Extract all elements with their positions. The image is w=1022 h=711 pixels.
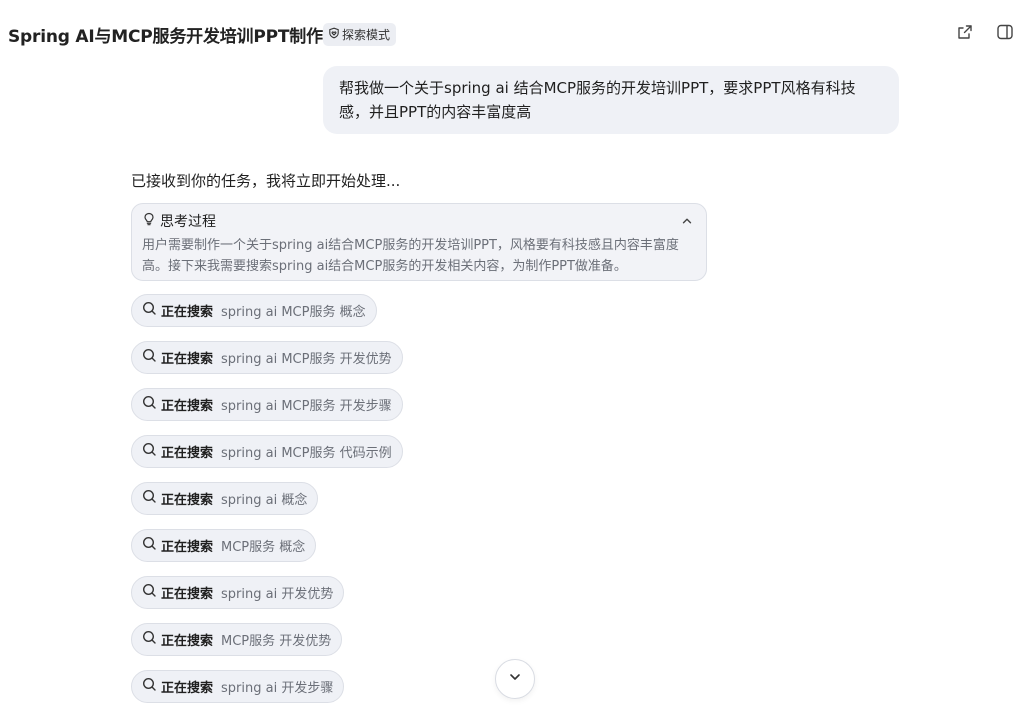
search-icon <box>142 442 161 461</box>
search-chip[interactable]: 正在搜索 spring ai MCP服务 代码示例 <box>131 435 403 468</box>
search-chip-query: spring ai MCP服务 代码示例 <box>221 446 392 461</box>
search-chip-label: 正在搜索 <box>161 540 214 555</box>
mode-badge-label: 探索模式 <box>342 28 391 42</box>
search-chip-label: 正在搜索 <box>161 681 214 696</box>
search-chip-query: spring ai 概念 <box>221 493 308 508</box>
chevron-up-icon[interactable] <box>680 213 694 227</box>
search-chip-label: 正在搜索 <box>161 305 214 320</box>
user-message-bubble: 帮我做一个关于spring ai 结合MCP服务的开发培训PPT，要求PPT风格… <box>323 66 899 134</box>
thinking-title: 思考过程 <box>160 214 216 230</box>
scroll-down-button[interactable] <box>495 659 535 699</box>
search-chip-label: 正在搜索 <box>161 399 214 414</box>
search-chip[interactable]: 正在搜索 spring ai 开发步骤 <box>131 670 345 703</box>
search-icon <box>142 583 161 602</box>
search-chip-label: 正在搜索 <box>161 634 214 649</box>
search-icon <box>142 348 161 367</box>
share-icon <box>956 23 974 45</box>
search-chip-query: MCP服务 概念 <box>221 540 306 555</box>
search-icon <box>142 395 161 414</box>
chat-page: Spring AI与MCP服务开发培训PPT制作 探索模式 帮我做一个关于spr… <box>0 0 1022 711</box>
chevron-down-icon <box>507 669 523 689</box>
search-icon <box>142 677 161 696</box>
toggle-panel-button[interactable] <box>993 22 1017 46</box>
search-icon <box>142 301 161 320</box>
search-chip-label: 正在搜索 <box>161 446 214 461</box>
search-chip-query: spring ai MCP服务 开发优势 <box>221 352 392 367</box>
search-chip[interactable]: 正在搜索 spring ai MCP服务 概念 <box>131 294 377 327</box>
shield-heart-icon <box>328 27 340 42</box>
search-chip-label: 正在搜索 <box>161 587 214 602</box>
sidebar-panel-icon <box>996 23 1014 45</box>
search-chip-label: 正在搜索 <box>161 493 214 508</box>
search-chip-query: spring ai MCP服务 概念 <box>221 305 366 320</box>
thinking-body: 用户需要制作一个关于spring ai结合MCP服务的开发培训PPT，风格要有科… <box>142 238 679 274</box>
search-chip[interactable]: 正在搜索 spring ai MCP服务 开发优势 <box>131 341 403 374</box>
lightbulb-icon <box>142 212 156 230</box>
search-chip-query: spring ai 开发优势 <box>221 587 334 602</box>
search-chip[interactable]: 正在搜索 spring ai 概念 <box>131 482 319 515</box>
search-chip-query: spring ai MCP服务 开发步骤 <box>221 399 392 414</box>
search-chip[interactable]: 正在搜索 spring ai MCP服务 开发步骤 <box>131 388 403 421</box>
search-chip[interactable]: 正在搜索 MCP服务 开发优势 <box>131 623 343 656</box>
header: Spring AI与MCP服务开发培训PPT制作 探索模式 <box>0 0 1022 68</box>
mode-badge: 探索模式 <box>323 23 397 46</box>
thinking-header: 思考过程 <box>142 211 696 231</box>
search-icon <box>142 536 161 555</box>
search-chip[interactable]: 正在搜索 spring ai 开发优势 <box>131 576 345 609</box>
search-chip-label: 正在搜索 <box>161 352 214 367</box>
search-icon <box>142 630 161 649</box>
assistant-ack-text: 已接收到你的任务，我将立即开始处理... <box>131 172 401 190</box>
share-button[interactable] <box>953 22 977 46</box>
search-chip-query: MCP服务 开发优势 <box>221 634 332 649</box>
search-icon <box>142 489 161 508</box>
page-title: Spring AI与MCP服务开发培训PPT制作 <box>8 27 323 47</box>
search-chip[interactable]: 正在搜索 MCP服务 概念 <box>131 529 317 562</box>
thinking-process-card: 思考过程 用户需要制作一个关于spring ai结合MCP服务的开发培训PPT，… <box>131 203 707 281</box>
search-chip-query: spring ai 开发步骤 <box>221 681 334 696</box>
